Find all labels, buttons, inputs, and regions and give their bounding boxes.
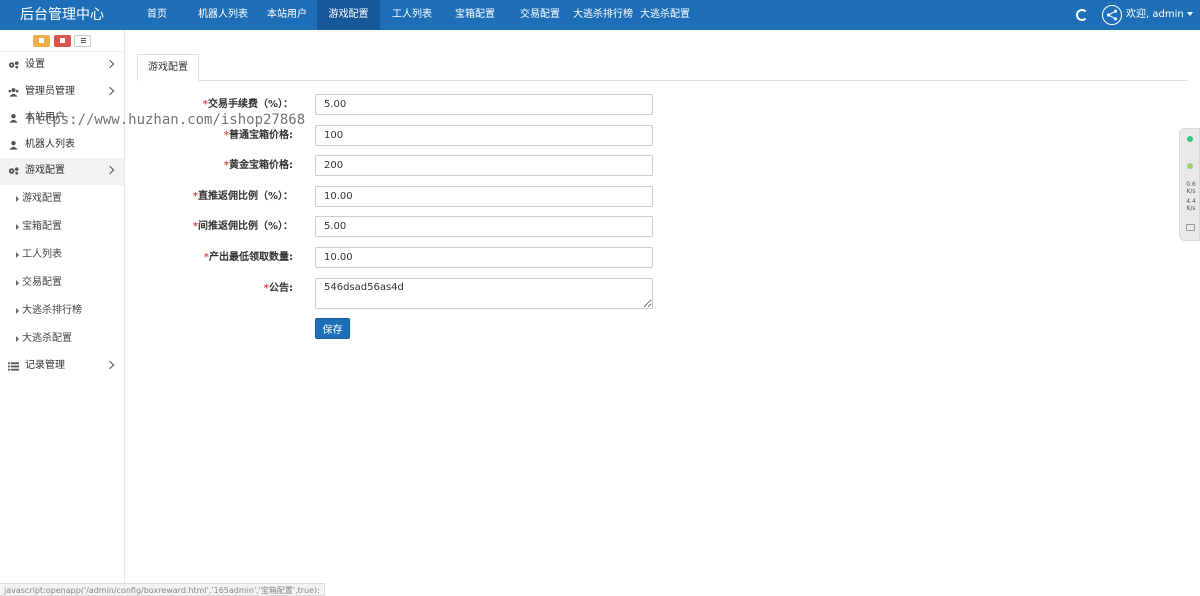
form-label: *直推返佣比例（%）： <box>193 186 293 207</box>
normal-box-price-input[interactable] <box>315 125 653 146</box>
normal-box-price-label: 普通宝箱价格: <box>229 130 293 141</box>
form-row-normal-box-price: *普通宝箱价格: <box>125 125 665 146</box>
nav-home[interactable]: 首页 <box>135 0 179 30</box>
nav-game-config[interactable]: 游戏配置 <box>317 0 380 30</box>
sidebar-item-label: 机器人列表 <box>25 138 75 150</box>
users-icon <box>8 87 19 97</box>
brand-title: 后台管理中心 <box>20 7 104 23</box>
status-dot-icon <box>1187 136 1193 142</box>
status-dot-icon <box>1187 163 1193 169</box>
sidebar-subitem-battle-ranking[interactable]: 大逃杀排行榜 <box>0 297 124 325</box>
form-row-indirect-rebate: *间推返佣比例（%）： <box>125 216 665 237</box>
chevron-right-icon <box>105 165 115 175</box>
tab-game-config[interactable]: 游戏配置 <box>137 54 199 81</box>
notice-label: 公告: <box>269 283 293 294</box>
min-claim-label: 产出最低领取数量: <box>209 252 293 263</box>
sidebar-item-label: 设置 <box>25 59 45 70</box>
gold-box-price-label: 黄金宝箱价格: <box>229 160 293 171</box>
sidebar-subitem-trade-config[interactable]: 交易配置 <box>0 269 124 297</box>
sidebar-item-settings[interactable]: 设置 <box>0 52 124 79</box>
nav-robot-list[interactable]: 机器人列表 <box>191 0 255 30</box>
form-label: *产出最低领取数量: <box>204 247 293 268</box>
gold-box-price-input[interactable] <box>315 155 653 176</box>
sidebar-item-label: 管理员管理 <box>25 85 75 97</box>
camera-icon[interactable] <box>1186 224 1195 231</box>
sidebar-item-game-config[interactable]: 游戏配置 <box>0 158 124 185</box>
min-claim-input[interactable] <box>315 247 653 268</box>
home-icon[interactable] <box>33 35 50 47</box>
notice-textarea[interactable]: 546dsad56as4d <box>315 278 653 309</box>
form-row-direct-rebate: *直推返佣比例（%）： <box>125 186 665 207</box>
caret-down-icon <box>1186 12 1193 16</box>
list-icon <box>8 361 19 371</box>
chevron-right-icon <box>105 360 115 369</box>
browser-status-bar: javascript:openapp('/admin/config/boxrew… <box>0 583 325 596</box>
sidebar-subitem-game-config[interactable]: 游戏配置 <box>0 185 124 213</box>
list-toggle-icon[interactable] <box>74 35 91 47</box>
nav-site-users[interactable]: 本站用户 <box>263 0 311 30</box>
form-row-min-claim: *产出最低领取数量: <box>125 247 665 268</box>
direct-rebate-label: 直推返佣比例（%）： <box>197 191 293 202</box>
speed-unit-2: K/s <box>1186 205 1196 212</box>
user-icon <box>9 140 18 150</box>
sidebar: 设置 管理员管理 本站用户 机器人列表 游戏配置 游戏配置 宝箱配置 工人列表 … <box>0 30 125 596</box>
form-label: *间推返佣比例（%）： <box>193 216 293 237</box>
speed-value-1: 0.6 <box>1186 181 1196 188</box>
gears-icon <box>8 61 19 69</box>
sidebar-item-label: 游戏配置 <box>25 165 65 176</box>
tab-bar: 游戏配置 <box>137 54 1187 81</box>
form-label: *普通宝箱价格: <box>224 125 293 146</box>
chevron-right-icon <box>105 59 115 69</box>
trade-fee-label: 交易手续费（%）： <box>207 99 293 110</box>
share-icon[interactable] <box>1102 5 1122 25</box>
form-label: *公告: <box>264 278 293 299</box>
nav-worker-list[interactable]: 工人列表 <box>389 0 435 30</box>
form-label: *交易手续费（%）： <box>203 94 293 115</box>
speed-unit-1: K/s <box>1186 188 1196 195</box>
speed-value-2: 4.4 <box>1186 198 1196 205</box>
top-navbar: 后台管理中心 首页 机器人列表 本站用户 游戏配置 工人列表 宝箱配置 交易配置… <box>0 0 1200 30</box>
user-menu[interactable]: 欢迎, admin <box>1126 0 1193 30</box>
indirect-rebate-input[interactable] <box>315 216 653 237</box>
save-button[interactable]: 保存 <box>315 318 350 339</box>
direct-rebate-input[interactable] <box>315 186 653 207</box>
sidebar-item-robot-list[interactable]: 机器人列表 <box>0 132 124 159</box>
main-content: 游戏配置 *交易手续费（%）： *普通宝箱价格: *黄金宝箱价格: *直推返佣比… <box>125 30 1200 596</box>
sidebar-subitem-box-config[interactable]: 宝箱配置 <box>0 213 124 241</box>
user-icon <box>9 113 18 123</box>
form-row-notice: *公告: 546dsad56as4d <box>125 278 665 309</box>
trash-icon[interactable] <box>54 35 71 47</box>
sidebar-item-records[interactable]: 记录管理 <box>0 353 124 380</box>
nav-battle-config[interactable]: 大逃杀配置 <box>640 0 690 30</box>
sidebar-subitem-worker-list[interactable]: 工人列表 <box>0 241 124 269</box>
welcome-text: 欢迎, admin <box>1126 9 1184 20</box>
nav-trade-config[interactable]: 交易配置 <box>515 0 565 30</box>
nav-box-config[interactable]: 宝箱配置 <box>450 0 500 30</box>
floating-speed-widget[interactable]: 0.6 K/s 4.4 K/s <box>1179 128 1200 241</box>
gears-icon <box>8 167 19 175</box>
sidebar-subitem-battle-config[interactable]: 大逃杀配置 <box>0 325 124 353</box>
form-row-gold-box-price: *黄金宝箱价格: <box>125 155 665 176</box>
indirect-rebate-label: 间推返佣比例（%）： <box>197 221 293 232</box>
nav-battle-ranking[interactable]: 大逃杀排行榜 <box>573 0 633 30</box>
form-label: *黄金宝箱价格: <box>224 155 293 176</box>
sidebar-item-label: 记录管理 <box>25 359 65 371</box>
trade-fee-input[interactable] <box>315 94 653 115</box>
chevron-right-icon <box>105 86 115 95</box>
refresh-icon[interactable] <box>1076 9 1088 21</box>
sidebar-item-admin-manage[interactable]: 管理员管理 <box>0 79 124 106</box>
sidebar-item-site-users[interactable]: 本站用户 <box>0 105 124 132</box>
sidebar-item-label: 本站用户 <box>25 112 65 123</box>
sidebar-toolbar <box>0 30 124 52</box>
form-row-trade-fee: *交易手续费（%）： <box>125 94 665 115</box>
